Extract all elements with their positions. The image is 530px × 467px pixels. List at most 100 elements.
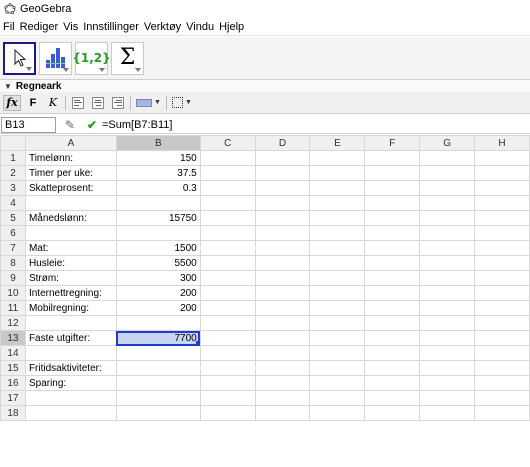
menu-edit[interactable]: Rediger — [20, 21, 59, 33]
fill-handle[interactable] — [195, 341, 200, 345]
column-header-h[interactable]: H — [474, 135, 530, 151]
cell-h[interactable] — [474, 405, 530, 421]
cell-d[interactable] — [254, 165, 311, 181]
menu-file[interactable]: Fil — [3, 21, 15, 33]
cell-f[interactable] — [364, 300, 421, 316]
row-header[interactable]: 3 — [0, 180, 26, 196]
cell-h[interactable] — [474, 180, 530, 196]
selected-cell[interactable]: 7700 — [115, 330, 201, 346]
cell-g[interactable] — [419, 390, 476, 406]
cell-h[interactable] — [474, 285, 530, 301]
cell-b[interactable]: 300 — [115, 270, 201, 286]
cell-h[interactable] — [474, 330, 530, 346]
cell-a[interactable] — [24, 345, 117, 361]
row-header[interactable]: 7 — [0, 240, 26, 256]
column-header-b[interactable]: B — [115, 135, 201, 151]
cell-d[interactable] — [254, 405, 311, 421]
cell-e[interactable] — [309, 240, 366, 256]
cell-b[interactable] — [115, 345, 201, 361]
cell-e[interactable] — [309, 165, 366, 181]
cell-b[interactable]: 15750 — [115, 210, 201, 226]
cell-e[interactable] — [309, 405, 366, 421]
row-header[interactable]: 9 — [0, 270, 26, 286]
input-bar-toggle-button[interactable]: fx — [3, 94, 21, 111]
row-header[interactable]: 15 — [0, 360, 26, 376]
cell-d[interactable] — [254, 390, 311, 406]
border-button[interactable]: ▼ — [171, 95, 193, 111]
row-header[interactable]: 1 — [0, 150, 26, 166]
cell-f[interactable] — [364, 150, 421, 166]
cell-d[interactable] — [254, 195, 311, 211]
column-header-d[interactable]: D — [254, 135, 311, 151]
corner-cell[interactable] — [0, 135, 26, 151]
cell-c[interactable] — [199, 375, 256, 391]
cell-c[interactable] — [199, 300, 256, 316]
cell-c[interactable] — [199, 360, 256, 376]
column-header-a[interactable]: A — [24, 135, 117, 151]
spreadsheet-panel-header[interactable]: ▼ Regneark — [0, 80, 530, 92]
cell-d[interactable] — [254, 360, 311, 376]
cell-g[interactable] — [419, 360, 476, 376]
cell-d[interactable] — [254, 255, 311, 271]
cell-a[interactable] — [24, 405, 117, 421]
checkmark-icon[interactable]: ✔ — [84, 118, 100, 132]
cell-h[interactable] — [474, 360, 530, 376]
cell-c[interactable] — [199, 390, 256, 406]
cell-b[interactable]: 5500 — [115, 255, 201, 271]
row-header[interactable]: 6 — [0, 225, 26, 241]
column-header-f[interactable]: F — [364, 135, 421, 151]
row-header[interactable]: 10 — [0, 285, 26, 301]
cell-f[interactable] — [364, 225, 421, 241]
cell-e[interactable] — [309, 195, 366, 211]
cell-h[interactable] — [474, 390, 530, 406]
cell-g[interactable] — [419, 150, 476, 166]
cell-c[interactable] — [199, 405, 256, 421]
two-variable-tool-button[interactable] — [39, 41, 72, 75]
cell-h[interactable] — [474, 255, 530, 271]
cell-d[interactable] — [254, 270, 311, 286]
cell-f[interactable] — [364, 375, 421, 391]
cell-g[interactable] — [419, 315, 476, 331]
cell-a[interactable] — [24, 315, 117, 331]
cell-d[interactable] — [254, 240, 311, 256]
cell-b[interactable]: 200 — [115, 300, 201, 316]
cell-h[interactable] — [474, 375, 530, 391]
cell-b[interactable] — [115, 315, 201, 331]
cell-f[interactable] — [364, 390, 421, 406]
cell-d[interactable] — [254, 285, 311, 301]
column-header-e[interactable]: E — [309, 135, 366, 151]
cell-g[interactable] — [419, 270, 476, 286]
cell-f[interactable] — [364, 255, 421, 271]
cell-a[interactable]: Månedslønn: — [24, 210, 117, 226]
row-header[interactable]: 12 — [0, 315, 26, 331]
cell-e[interactable] — [309, 285, 366, 301]
cell-c[interactable] — [199, 240, 256, 256]
cell-a[interactable]: Sparing: — [24, 375, 117, 391]
cell-h[interactable] — [474, 270, 530, 286]
cell-e[interactable] — [309, 315, 366, 331]
cell-g[interactable] — [419, 300, 476, 316]
eraser-icon[interactable]: ✎ — [62, 118, 78, 132]
cell-e[interactable] — [309, 180, 366, 196]
cell-b[interactable] — [115, 405, 201, 421]
cell-b[interactable] — [115, 195, 201, 211]
cell-b[interactable] — [115, 390, 201, 406]
cell-e[interactable] — [309, 225, 366, 241]
cell-c[interactable] — [199, 165, 256, 181]
menu-view[interactable]: Vis — [63, 21, 78, 33]
cell-b[interactable]: 200 — [115, 285, 201, 301]
cell-g[interactable] — [419, 210, 476, 226]
cell-c[interactable] — [199, 345, 256, 361]
cell-h[interactable] — [474, 225, 530, 241]
cell-c[interactable] — [199, 330, 256, 346]
formula-input[interactable]: =Sum[B7:B11] — [102, 119, 172, 131]
collapse-triangle-icon[interactable]: ▼ — [4, 82, 12, 91]
cell-c[interactable] — [199, 195, 256, 211]
cell-c[interactable] — [199, 315, 256, 331]
cell-a[interactable]: Internettregning: — [24, 285, 117, 301]
cell-d[interactable] — [254, 315, 311, 331]
menu-window[interactable]: Vindu — [186, 21, 214, 33]
cell-b[interactable] — [115, 225, 201, 241]
cell-b[interactable]: 1500 — [115, 240, 201, 256]
cell-b[interactable]: 0.3 — [115, 180, 201, 196]
